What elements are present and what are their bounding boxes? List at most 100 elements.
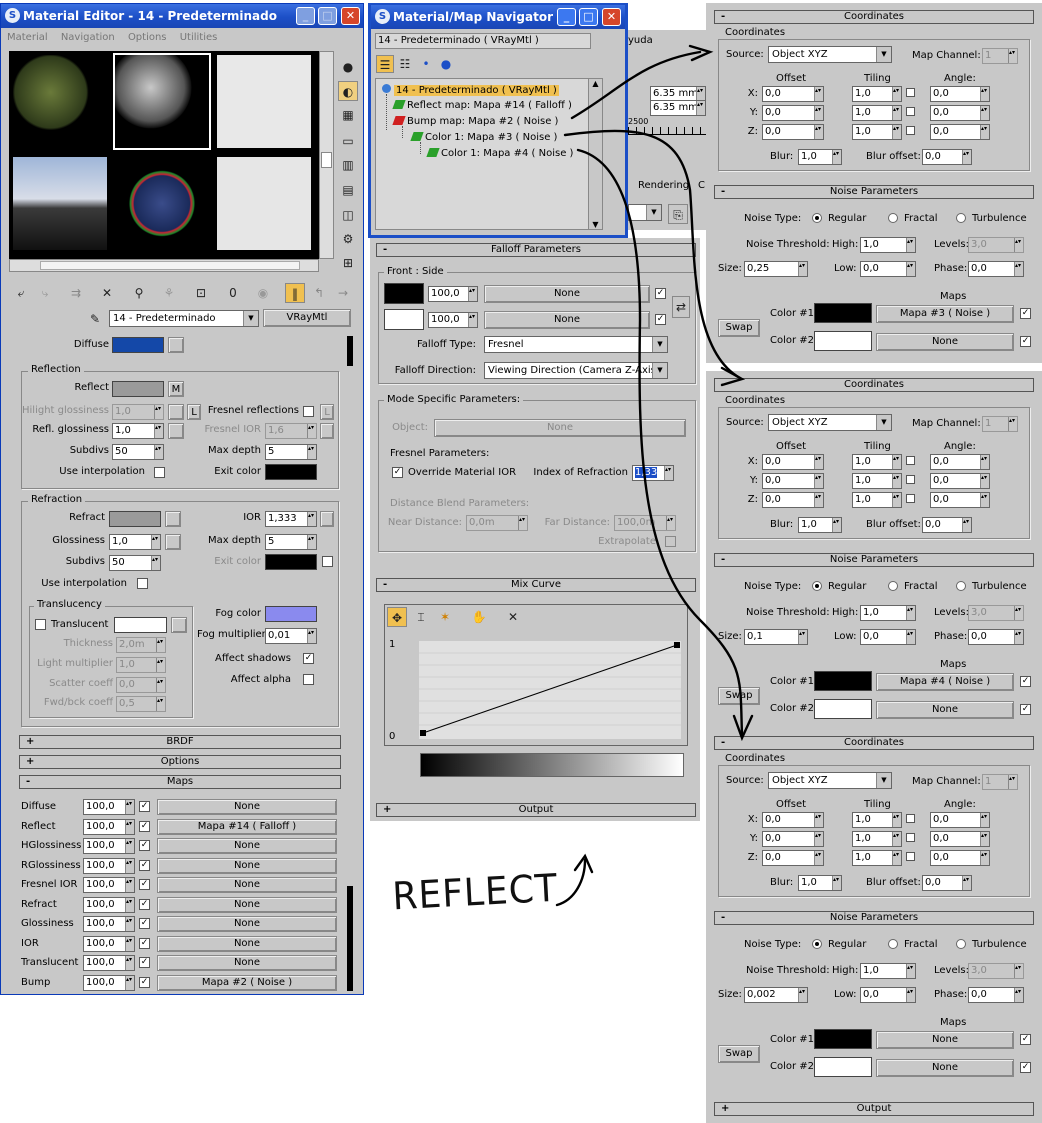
- color2-swatch[interactable]: [814, 1057, 872, 1077]
- refr-exit-color-checkbox[interactable]: [322, 556, 333, 567]
- offset-spinner[interactable]: 0,0: [762, 831, 824, 847]
- noise-params-rollout[interactable]: - Noise Parameters: [714, 185, 1034, 199]
- refl-exit-color-swatch[interactable]: [265, 464, 317, 480]
- blur-offset-spinner[interactable]: 0,0: [922, 517, 972, 533]
- levels-spinner[interactable]: 3,0: [968, 605, 1024, 621]
- map-slot-checkbox[interactable]: ✓: [139, 879, 150, 890]
- phase-spinner[interactable]: 0,0: [968, 987, 1024, 1003]
- color1-swatch[interactable]: [814, 1029, 872, 1049]
- front-amount-spinner[interactable]: 100,0: [428, 286, 478, 302]
- color2-map-button[interactable]: None: [876, 333, 1014, 351]
- falloff-params-rollout[interactable]: - Falloff Parameters: [376, 243, 696, 257]
- offset-spinner[interactable]: 0,0: [762, 86, 824, 102]
- uv-tiling-icon[interactable]: ▭: [338, 131, 358, 151]
- map-slot-button[interactable]: None: [157, 877, 337, 893]
- backlight-icon[interactable]: ◐: [338, 81, 358, 101]
- show-map-in-viewport-icon[interactable]: ◉: [253, 283, 273, 303]
- hilight-map-button[interactable]: [168, 404, 184, 420]
- swap-button[interactable]: Swap: [718, 319, 760, 337]
- side-map-checkbox[interactable]: ✓: [655, 314, 666, 325]
- refr-subdivs-spinner[interactable]: 50: [109, 555, 161, 571]
- map-slot-amount-spinner[interactable]: 100,0: [83, 916, 135, 932]
- background-dropdown[interactable]: [628, 204, 662, 221]
- offset-spinner[interactable]: 0,0: [762, 124, 824, 140]
- angle-spinner[interactable]: 0,0: [930, 473, 990, 489]
- offset-spinner[interactable]: 0,0: [762, 473, 824, 489]
- map-slot-amount-spinner[interactable]: 100,0: [83, 955, 135, 971]
- refr-glossiness-spinner[interactable]: 1,0: [109, 534, 161, 550]
- params-scrollbar-lower[interactable]: [347, 886, 353, 991]
- navigator-minimize-button[interactable]: _: [557, 8, 576, 26]
- background-icon[interactable]: ▦: [338, 105, 358, 125]
- angle-spinner[interactable]: 0,0: [930, 831, 990, 847]
- translucent-color-swatch[interactable]: [114, 617, 167, 633]
- refr-ior-map-button[interactable]: [320, 511, 334, 527]
- material-type-button[interactable]: VRayMtl: [263, 309, 351, 327]
- maps-rollout[interactable]: - Maps: [19, 775, 341, 789]
- select-by-material-icon[interactable]: ⚙: [338, 229, 358, 249]
- reset-map-icon[interactable]: ✕: [97, 283, 117, 303]
- map-slot-checkbox[interactable]: ✓: [139, 840, 150, 851]
- map-slot-checkbox[interactable]: ✓: [139, 957, 150, 968]
- thickness-spinner[interactable]: 2,0m: [116, 637, 166, 653]
- blur-spinner[interactable]: 1,0: [798, 149, 842, 165]
- color1-map-button[interactable]: Mapa #3 ( Noise ): [876, 305, 1014, 323]
- material-effects-channel[interactable]: 0: [223, 283, 243, 303]
- color2-swatch[interactable]: [814, 331, 872, 351]
- tiling-checkbox[interactable]: [906, 852, 915, 861]
- background-rendering-label[interactable]: Rendering: [638, 180, 689, 191]
- override-ior-checkbox[interactable]: ✓: [392, 467, 403, 478]
- tiling-checkbox[interactable]: [906, 814, 915, 823]
- fresnel-ior-spinner[interactable]: 1,6: [265, 423, 317, 439]
- pan-hand-icon[interactable]: ✋: [469, 607, 489, 627]
- sample-slots-vscroll[interactable]: [319, 51, 334, 259]
- video-check-icon[interactable]: ▥: [338, 155, 358, 175]
- noise-type-fractal-radio[interactable]: [888, 939, 898, 949]
- angle-spinner[interactable]: 0,0: [930, 124, 990, 140]
- offset-spinner[interactable]: 0,0: [762, 812, 824, 828]
- color2-map-checkbox[interactable]: ✓: [1020, 336, 1031, 347]
- noise-type-fractal-radio[interactable]: [888, 581, 898, 591]
- tiling-checkbox[interactable]: [906, 88, 915, 97]
- fresnel-reflections-checkbox[interactable]: [303, 406, 314, 417]
- refr-use-interpolation-checkbox[interactable]: [137, 578, 148, 589]
- tiling-spinner[interactable]: 1,0: [852, 124, 902, 140]
- scale-point-icon[interactable]: ⌶: [411, 607, 431, 627]
- refract-color-swatch[interactable]: [109, 511, 161, 527]
- offset-spinner[interactable]: 0,0: [762, 454, 824, 470]
- map-channel-spinner[interactable]: 1: [982, 416, 1018, 432]
- go-to-parent-icon[interactable]: ↰: [309, 283, 329, 303]
- noise-type-turbulence-radio[interactable]: [956, 939, 966, 949]
- noise-type-fractal-radio[interactable]: [888, 213, 898, 223]
- close-button[interactable]: ✕: [341, 7, 360, 25]
- coordinates-rollout[interactable]: - Coordinates: [714, 736, 1034, 750]
- blur-spinner[interactable]: 1,0: [798, 875, 842, 891]
- map-slot-checkbox[interactable]: ✓: [139, 937, 150, 949]
- sample-slot-3[interactable]: [215, 53, 313, 150]
- high-spinner[interactable]: 1,0: [860, 605, 916, 621]
- background-coord-y[interactable]: 6.35 mm: [650, 100, 706, 116]
- menu-utilities[interactable]: Utilities: [174, 28, 222, 43]
- pick-material-eyedropper-icon[interactable]: ✎: [85, 309, 105, 329]
- noise-type-turbulence-radio[interactable]: [956, 213, 966, 223]
- sample-slots-hscroll[interactable]: [9, 259, 319, 272]
- scatter-coeff-spinner[interactable]: 0,0: [116, 677, 166, 693]
- assign-to-selection-icon[interactable]: ⇉: [66, 283, 86, 303]
- tiling-checkbox[interactable]: [906, 107, 915, 116]
- hilight-glossiness-spinner[interactable]: 1,0: [112, 404, 164, 420]
- make-unique-icon[interactable]: ⚘: [159, 283, 179, 303]
- map-channel-spinner[interactable]: 1: [982, 774, 1018, 790]
- move-tool-icon[interactable]: ✥: [387, 607, 407, 627]
- navigator-vscroll[interactable]: ▲ ▼: [588, 79, 602, 229]
- brdf-rollout[interactable]: + BRDF: [19, 735, 341, 749]
- map-slot-amount-spinner[interactable]: 100,0: [83, 818, 135, 835]
- map-slot-button[interactable]: None: [157, 857, 337, 874]
- delete-point-icon[interactable]: ✕: [503, 607, 523, 627]
- diffuse-map-button[interactable]: [168, 337, 184, 353]
- view-list-icons-icon[interactable]: ☷: [396, 55, 414, 73]
- map-slot-amount-spinner[interactable]: 100,0: [83, 838, 135, 854]
- refl-glossiness-spinner[interactable]: 1,0: [112, 423, 164, 439]
- view-list-icon[interactable]: ☰: [376, 55, 394, 73]
- swap-button[interactable]: Swap: [718, 1045, 760, 1063]
- noise-type-regular-radio[interactable]: [812, 213, 822, 223]
